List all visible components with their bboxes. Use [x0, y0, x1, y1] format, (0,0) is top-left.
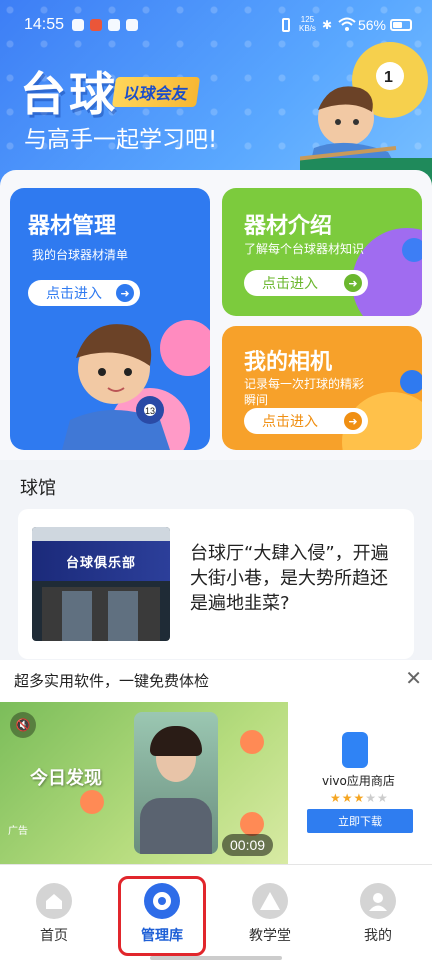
news-card[interactable]: 台球俱乐部 台球厅“大肆入侵”，开遍大街小巷，是大势所趋还是遍地韭菜? [18, 509, 414, 659]
decor-dot [402, 238, 422, 262]
tab-bar: 首页 管理库 教学堂 我的 [0, 864, 432, 964]
message-icon [108, 19, 120, 31]
news-headline: 台球厅“大肆入侵”，开遍大街小巷，是大势所趋还是遍地韭菜? [190, 543, 389, 614]
arrow-right-icon: ➜ [344, 412, 362, 430]
ad-video[interactable]: 🔇 今日发现 广告 00:09 [0, 702, 288, 864]
status-time: 14:55 [24, 16, 65, 33]
card-desc: 我的台球器材清单 [32, 248, 129, 262]
wifi-icon [338, 17, 356, 31]
banner-subtitle: 与高手一起学习吧! [24, 127, 218, 153]
vibrate-icon [282, 18, 290, 32]
flower-decor [80, 790, 104, 814]
decor-dot [400, 370, 422, 394]
card-desc: 记录每一次打球的精彩 瞬间 [244, 377, 365, 407]
tab-label: 首页 [40, 928, 68, 944]
profile-icon [360, 883, 396, 919]
mute-icon[interactable]: 🔇 [10, 712, 36, 738]
svg-text:1: 1 [384, 69, 393, 86]
video-person [134, 712, 218, 854]
home-icon [36, 883, 72, 919]
status-bar: 14:55 125 KB/s ✱ 56% [0, 0, 432, 44]
close-icon[interactable]: ✕ [405, 666, 422, 690]
boy-holding-ball-illustration: 13 [62, 320, 210, 450]
card-title: 器材介绍 [244, 214, 333, 239]
enter-button[interactable]: 点击进入 ➜ [244, 408, 368, 434]
ad-panel: 超多实用软件，一键免费体检 ✕ 🔇 今日发现 广告 00:09 vivo应用商店… [0, 660, 432, 864]
home-indicator [150, 956, 282, 960]
ad-badge: 广告 [8, 826, 28, 837]
video-duration: 00:09 [222, 834, 274, 856]
banner-tag: 以球会友 [111, 77, 201, 107]
flower-decor [240, 730, 264, 754]
flower-decor [240, 812, 264, 836]
tab-label: 我的 [364, 928, 392, 944]
section-title: 球馆 [20, 478, 56, 499]
banner-title: 台球 [20, 67, 118, 121]
club-sign: 台球俱乐部 [32, 541, 170, 581]
enter-button-label: 点击进入 [262, 414, 318, 430]
rating-stars: ★★★★★ [330, 791, 389, 805]
enter-button-label: 点击进入 [262, 276, 318, 292]
battery-icon [390, 19, 412, 31]
news-thumbnail: 台球俱乐部 [32, 527, 170, 641]
tab-home[interactable]: 首页 [14, 883, 94, 945]
card-my-camera[interactable]: 我的相机 记录每一次打球的精彩 瞬间 点击进入 ➜ [222, 326, 422, 450]
net-speed: 125 KB/s [299, 15, 316, 33]
battery-percent: 56% [357, 17, 386, 33]
bluetooth-icon: ✱ [322, 18, 333, 32]
app-notification-icon [90, 19, 102, 31]
card-desc: 了解每个台球器材知识 [244, 242, 365, 256]
app-store-icon [342, 732, 368, 768]
card-equipment-manage[interactable]: 器材管理 我的台球器材清单 点击进入 ➜ 13 [10, 188, 210, 450]
tab-label: 教学堂 [249, 928, 291, 944]
tab-teaching[interactable]: 教学堂 [230, 883, 310, 945]
enter-button[interactable]: 点击进入 ➜ [244, 270, 368, 296]
arrow-right-icon: ➜ [344, 274, 362, 292]
notification-icon [72, 19, 84, 31]
tab-mine[interactable]: 我的 [338, 883, 418, 945]
ad-header: 超多实用软件，一键免费体检 [14, 672, 210, 690]
selected-tab-highlight [118, 876, 206, 956]
teaching-icon [252, 883, 288, 919]
video-label: 今日发现 [30, 768, 102, 789]
card-title: 器材管理 [28, 214, 117, 239]
download-button[interactable]: 立即下载 [307, 809, 413, 833]
card-title: 我的相机 [244, 350, 333, 375]
svg-text:13: 13 [145, 406, 155, 416]
calendar-icon [126, 19, 138, 31]
store-name: vivo应用商店 [322, 774, 395, 788]
card-equipment-intro[interactable]: 器材介绍 了解每个台球器材知识 点击进入 ➜ [222, 188, 422, 316]
